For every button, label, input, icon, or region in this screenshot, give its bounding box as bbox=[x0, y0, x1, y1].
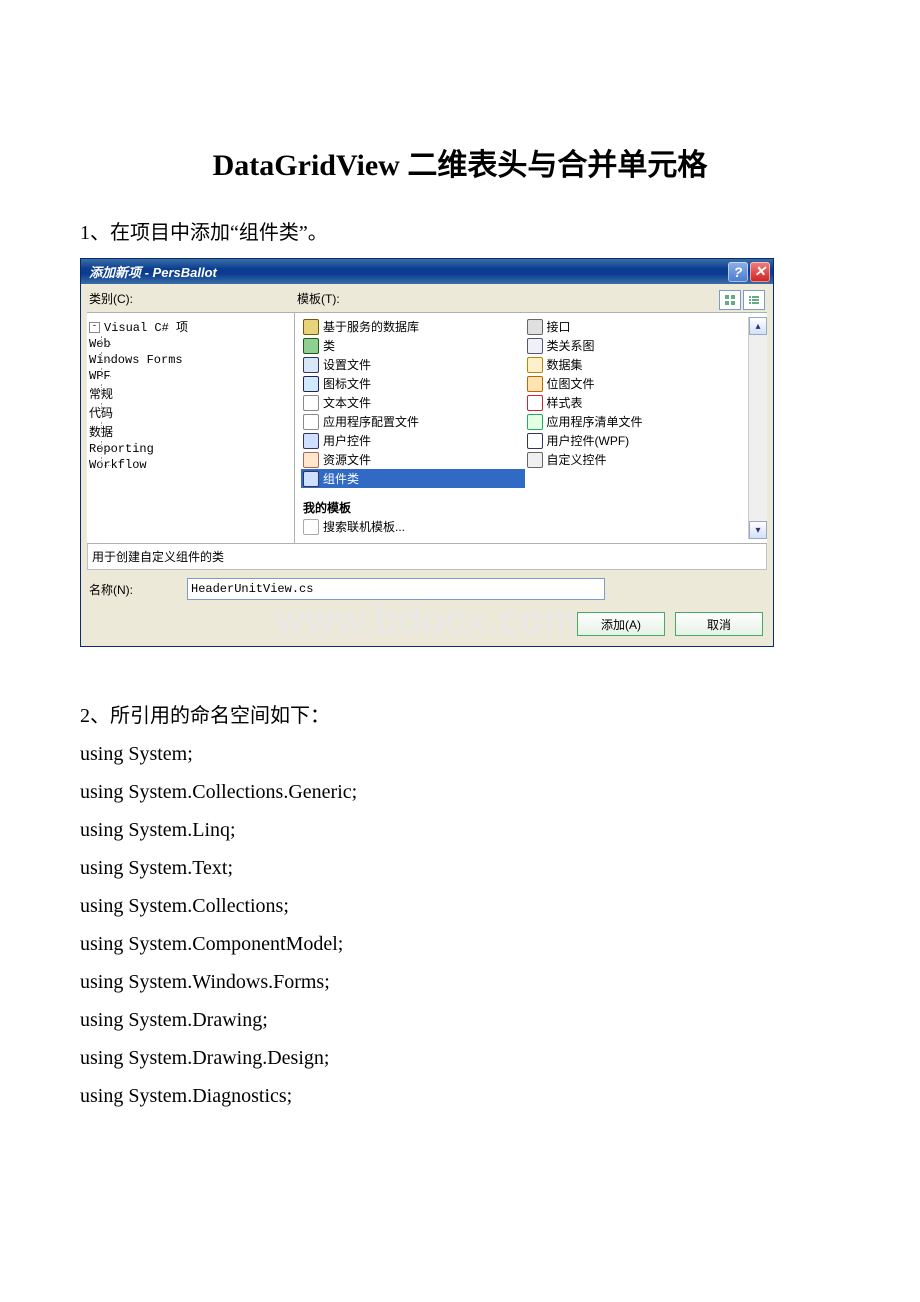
template-item[interactable]: 位图文件 bbox=[525, 374, 749, 393]
view-large-icons-button[interactable] bbox=[719, 290, 741, 310]
categories-tree[interactable]: -Visual C# 项WebWindows FormsWPF常规代码数据Rep… bbox=[87, 313, 295, 543]
tree-item[interactable]: Windows Forms bbox=[89, 352, 292, 368]
template-item-label: 文本文件 bbox=[323, 394, 371, 411]
template-item-label: 样式表 bbox=[547, 394, 583, 411]
tree-item[interactable]: 常规 bbox=[89, 384, 292, 403]
file-icon bbox=[303, 376, 319, 392]
file-icon bbox=[303, 319, 319, 335]
template-item[interactable]: 图标文件 bbox=[301, 374, 525, 393]
file-icon bbox=[303, 395, 319, 411]
template-item[interactable]: 类 bbox=[301, 336, 525, 355]
step-1: 1、在项目中添加“组件类”。 bbox=[80, 214, 840, 252]
template-item[interactable]: 数据集 bbox=[525, 355, 749, 374]
template-item[interactable]: 文本文件 bbox=[301, 393, 525, 412]
template-item[interactable]: 类关系图 bbox=[525, 336, 749, 355]
name-input[interactable] bbox=[187, 578, 605, 600]
template-item[interactable]: 接口 bbox=[525, 317, 749, 336]
template-item[interactable]: 用户控件 bbox=[301, 431, 525, 450]
tree-item[interactable]: 数据 bbox=[89, 422, 292, 441]
file-icon bbox=[527, 395, 543, 411]
add-button[interactable]: 添加(A) bbox=[577, 612, 665, 636]
template-item-label: 组件类 bbox=[323, 470, 359, 487]
name-label: 名称(N): bbox=[89, 581, 179, 598]
file-icon bbox=[303, 433, 319, 449]
template-item[interactable]: 基于服务的数据库 bbox=[301, 317, 525, 336]
template-item[interactable]: 用户控件(WPF) bbox=[525, 431, 749, 450]
file-icon bbox=[527, 452, 543, 468]
dialog-title: 添加新项 - PersBallot bbox=[89, 262, 217, 281]
code-line: using System.Collections.Generic; bbox=[80, 773, 840, 811]
file-icon bbox=[303, 471, 319, 487]
code-line: using System.Diagnostics; bbox=[80, 1077, 840, 1115]
file-icon bbox=[527, 338, 543, 354]
file-icon bbox=[527, 376, 543, 392]
cancel-button[interactable]: 取消 bbox=[675, 612, 763, 636]
template-item-label: 应用程序清单文件 bbox=[547, 413, 643, 430]
tree-item[interactable]: 代码 bbox=[89, 403, 292, 422]
template-item-label: 应用程序配置文件 bbox=[323, 413, 419, 430]
help-button[interactable]: ? bbox=[728, 262, 748, 282]
my-templates-header: 我的模板 bbox=[301, 498, 525, 517]
watermark: www.bdocx.com bbox=[81, 598, 773, 643]
file-icon bbox=[527, 357, 543, 373]
tree-item[interactable]: Reporting bbox=[89, 441, 292, 457]
tree-item[interactable]: Web bbox=[89, 336, 292, 352]
template-item-label: 自定义控件 bbox=[547, 451, 607, 468]
template-item[interactable]: 应用程序清单文件 bbox=[525, 412, 749, 431]
code-line: using System.Linq; bbox=[80, 811, 840, 849]
code-line: using System.Windows.Forms; bbox=[80, 963, 840, 1001]
file-icon bbox=[527, 414, 543, 430]
template-item-label: 用户控件(WPF) bbox=[547, 432, 630, 449]
search-icon bbox=[303, 519, 319, 535]
template-item-label: 数据集 bbox=[547, 356, 583, 373]
scroll-up-button[interactable]: ▴ bbox=[749, 317, 767, 335]
template-item[interactable]: 组件类 bbox=[301, 469, 525, 488]
template-item-label: 类 bbox=[323, 337, 335, 354]
templates-label: 模板(T): bbox=[297, 290, 719, 310]
template-item[interactable]: 设置文件 bbox=[301, 355, 525, 374]
document-title: DataGridView 二维表头与合并单元格 bbox=[80, 140, 840, 184]
tree-root-item[interactable]: -Visual C# 项 bbox=[89, 317, 292, 336]
template-item[interactable]: 自定义控件 bbox=[525, 450, 749, 469]
template-item-label: 位图文件 bbox=[547, 375, 595, 392]
categories-label: 类别(C): bbox=[89, 290, 297, 310]
file-icon bbox=[303, 452, 319, 468]
template-item-label: 基于服务的数据库 bbox=[323, 318, 419, 335]
search-online-templates[interactable]: 搜索联机模板... bbox=[301, 517, 525, 536]
scroll-down-button[interactable]: ▾ bbox=[749, 521, 767, 539]
close-button[interactable]: ✕ bbox=[750, 262, 770, 282]
template-item-label: 接口 bbox=[547, 318, 571, 335]
code-line: using System.Collections; bbox=[80, 887, 840, 925]
add-new-item-dialog: 添加新项 - PersBallot ? ✕ 类别(C): 模板(T): bbox=[80, 258, 774, 647]
step-2: 2、所引用的命名空间如下： bbox=[80, 697, 840, 735]
template-item-label: 用户控件 bbox=[323, 432, 371, 449]
file-icon bbox=[303, 338, 319, 354]
search-online-label: 搜索联机模板... bbox=[323, 518, 405, 535]
file-icon bbox=[303, 357, 319, 373]
template-item-label: 图标文件 bbox=[323, 375, 371, 392]
template-item-label: 类关系图 bbox=[547, 337, 595, 354]
templates-list[interactable]: 基于服务的数据库类设置文件图标文件文本文件应用程序配置文件用户控件资源文件组件类… bbox=[295, 313, 767, 543]
code-line: using System.Text; bbox=[80, 849, 840, 887]
file-icon bbox=[303, 414, 319, 430]
template-item-label: 设置文件 bbox=[323, 356, 371, 373]
code-line: using System.Drawing; bbox=[80, 1001, 840, 1039]
file-icon bbox=[527, 433, 543, 449]
template-item[interactable]: 应用程序配置文件 bbox=[301, 412, 525, 431]
view-list-button[interactable] bbox=[743, 290, 765, 310]
dialog-titlebar: 添加新项 - PersBallot ? ✕ bbox=[81, 259, 773, 284]
template-item[interactable]: 资源文件 bbox=[301, 450, 525, 469]
file-icon bbox=[527, 319, 543, 335]
template-description: 用于创建自定义组件的类 bbox=[87, 544, 767, 570]
code-line: using System; bbox=[80, 735, 840, 773]
template-item[interactable]: 样式表 bbox=[525, 393, 749, 412]
code-line: using System.ComponentModel; bbox=[80, 925, 840, 963]
template-item-label: 资源文件 bbox=[323, 451, 371, 468]
code-line: using System.Drawing.Design; bbox=[80, 1039, 840, 1077]
tree-item[interactable]: WPF bbox=[89, 368, 292, 384]
tree-item[interactable]: Workflow bbox=[89, 457, 292, 473]
templates-scrollbar[interactable]: ▴ ▾ bbox=[748, 317, 767, 539]
